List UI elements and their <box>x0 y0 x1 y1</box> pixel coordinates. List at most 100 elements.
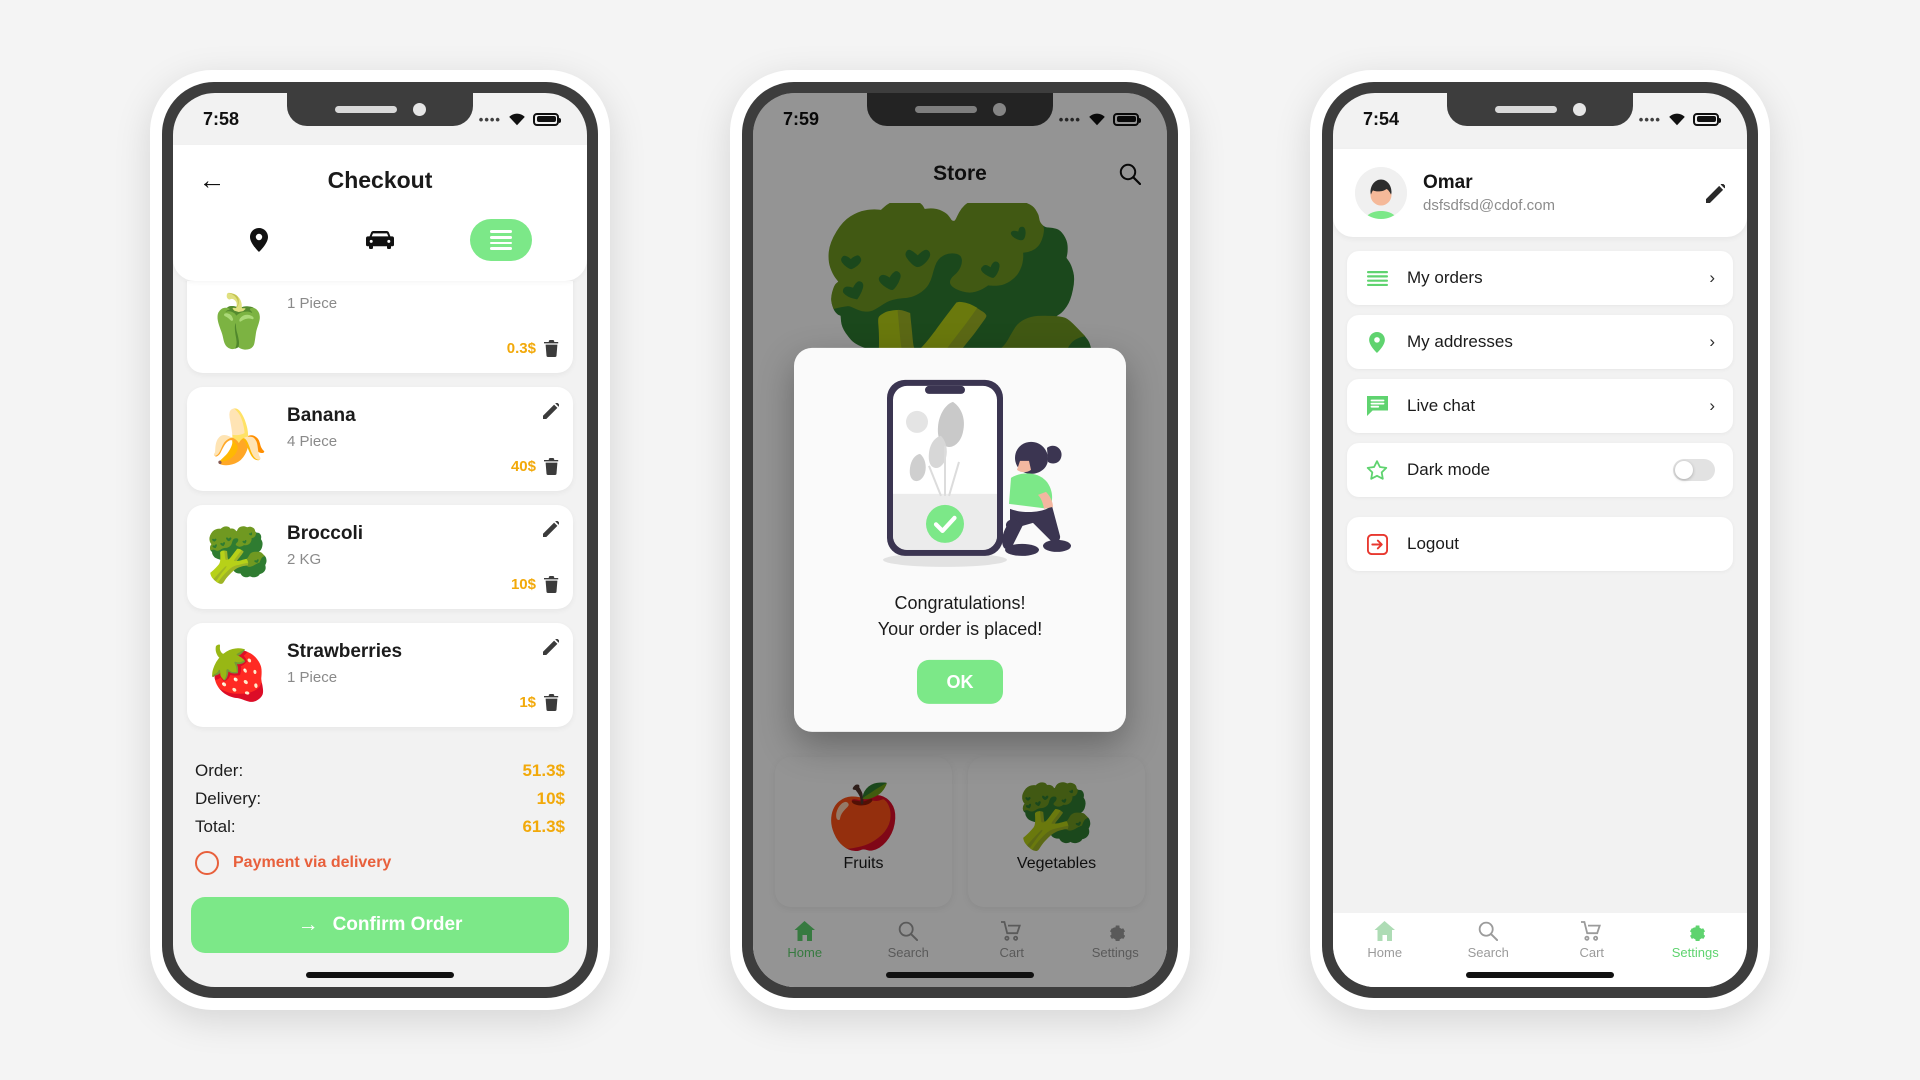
cart-items-list[interactable]: 🫑 1 Piece 0.3$ 🍌 Banana 4 Piece 40$ 🥦 Br… <box>173 281 587 745</box>
location-step[interactable] <box>228 220 290 260</box>
item-name: Strawberries <box>287 641 403 662</box>
checkout-header: ← Checkout <box>173 145 587 281</box>
signal-dots-icon: •••• <box>1638 111 1661 127</box>
nav-item-cart[interactable]: Cart <box>960 921 1064 960</box>
cart-icon <box>1581 921 1602 941</box>
cart-item-row[interactable]: 🍌 Banana 4 Piece 40$ <box>187 387 573 491</box>
trash-icon[interactable] <box>544 340 559 357</box>
phone-bezel: 7:59 •••• Store 🥦 🍎 Fruits 🥦 Vegetables … <box>742 82 1178 998</box>
nav-item-settings[interactable]: Settings <box>1644 921 1748 960</box>
profile-name: Omar <box>1423 172 1473 193</box>
pencil-icon[interactable] <box>1706 183 1725 203</box>
item-price: 40$ <box>510 458 536 475</box>
dark-mode-toggle[interactable] <box>1673 459 1715 481</box>
nav-item-home[interactable]: Home <box>1333 921 1437 960</box>
phone-bezel: 7:58 •••• ← Checkout 🫑 1 Piece 0.3$ 🍌 Ba… <box>162 82 598 998</box>
wifi-icon <box>508 112 526 126</box>
page-title: Checkout <box>327 166 433 193</box>
order-placed-dialog: Congratulations! Your order is placed! O… <box>794 347 1126 733</box>
cart-item-row[interactable]: 🫑 1 Piece 0.3$ <box>187 281 573 373</box>
battery-icon <box>1693 112 1721 126</box>
phone-screen: 7:58 •••• ← Checkout 🫑 1 Piece 0.3$ 🍌 Ba… <box>173 93 587 987</box>
profile-card[interactable]: Omar dsfsdfsd@cdof.com <box>1333 149 1747 237</box>
settings-menu: My orders › My addresses › Live chat › D… <box>1333 237 1747 581</box>
home-indicator <box>306 972 454 978</box>
star-icon <box>1365 459 1389 481</box>
trash-icon[interactable] <box>544 694 559 711</box>
cart-item-row[interactable]: 🥦 Broccoli 2 KG 10$ <box>187 505 573 609</box>
item-image: 🥦 <box>205 527 271 585</box>
list-lines-icon <box>1365 270 1389 286</box>
speaker-grille <box>334 106 397 113</box>
list-lines-icon <box>489 230 512 250</box>
trash-icon[interactable] <box>544 458 559 475</box>
nav-item-search[interactable]: Search <box>1437 921 1541 960</box>
phone-screen: 7:59 •••• Store 🥦 🍎 Fruits 🥦 Vegetables … <box>753 93 1167 987</box>
search-icon <box>898 921 919 941</box>
item-name: Banana <box>287 405 356 426</box>
cart-item-row[interactable]: 🍓 Strawberries 1 Piece 1$ <box>187 623 573 727</box>
summary-value: 51.3$ <box>522 761 565 780</box>
menu-item-my-addresses[interactable]: My addresses › <box>1347 315 1733 369</box>
checkout-steps <box>173 209 587 281</box>
delivery-step[interactable] <box>349 220 411 260</box>
menu-item-label: Dark mode <box>1407 460 1491 479</box>
confirm-order-button[interactable]: → Confirm Order <box>191 897 569 953</box>
home-indicator <box>1466 972 1614 978</box>
summary-label: Order: <box>195 761 244 780</box>
order-summary: Order: 51.3$ Delivery: 10$ Total: 61.3$ … <box>173 745 587 883</box>
cart-icon <box>1001 921 1022 941</box>
item-image: 🫑 <box>205 293 271 351</box>
summary-row-order: Order: 51.3$ <box>195 757 565 785</box>
radio-unchecked-icon[interactable] <box>195 851 219 875</box>
gear-icon <box>1105 921 1126 941</box>
battery-icon <box>533 112 561 126</box>
summary-row-delivery: Delivery: 10$ <box>195 785 565 813</box>
payment-method-option[interactable]: Payment via delivery <box>195 841 565 877</box>
menu-item-label: My orders <box>1407 268 1483 287</box>
nav-item-cart[interactable]: Cart <box>1540 921 1644 960</box>
signal-dots-icon: •••• <box>478 111 501 127</box>
menu-item-dark-mode[interactable]: Dark mode <box>1347 443 1733 497</box>
pencil-icon[interactable] <box>554 287 559 304</box>
order-placed-illustration <box>825 374 1095 574</box>
nav-item-search[interactable]: Search <box>857 921 961 960</box>
chevron-right-icon: › <box>1709 332 1715 351</box>
avatar <box>1355 167 1407 219</box>
menu-item-my-orders[interactable]: My orders › <box>1347 251 1733 305</box>
status-time: 7:58 <box>203 108 240 129</box>
summary-row-total: Total: 61.3$ <box>195 813 565 841</box>
summary-step[interactable] <box>469 219 532 261</box>
menu-item-live-chat[interactable]: Live chat › <box>1347 379 1733 433</box>
menu-item-logout[interactable]: Logout <box>1347 517 1733 571</box>
menu-item-label: Logout <box>1407 534 1459 553</box>
nav-item-settings[interactable]: Settings <box>1064 921 1168 960</box>
pencil-icon[interactable] <box>543 639 559 655</box>
pencil-icon[interactable] <box>543 403 559 419</box>
payment-method-label: Payment via delivery <box>233 854 392 871</box>
menu-item-label: Live chat <box>1407 396 1476 415</box>
nav-label: Settings <box>1091 945 1139 960</box>
profile-email: dsfsdfsd@cdof.com <box>1423 197 1555 214</box>
trash-icon[interactable] <box>544 576 559 593</box>
home-indicator <box>886 972 1034 978</box>
phone-screen: 7:54 •••• Omar dsfsdfsd@cdof.com My orde… <box>1333 93 1747 987</box>
search-icon <box>1478 921 1499 941</box>
nav-label: Search <box>887 945 929 960</box>
notch <box>287 93 473 126</box>
summary-label: Total: <box>195 817 236 836</box>
item-name: Broccoli <box>287 523 364 544</box>
nav-label: Home <box>1367 945 1403 960</box>
item-price: 10$ <box>510 576 536 593</box>
home-icon <box>794 921 816 941</box>
bottom-padding <box>173 953 587 987</box>
phone-store-dialog: 7:59 •••• Store 🥦 🍎 Fruits 🥦 Vegetables … <box>730 70 1190 1010</box>
logout-icon <box>1365 533 1389 555</box>
nav-label: Home <box>787 945 823 960</box>
ok-button[interactable]: OK <box>917 660 1003 705</box>
confirm-order-label: Confirm Order <box>332 914 463 935</box>
item-image: 🍓 <box>205 645 271 703</box>
item-quantity: 4 Piece <box>287 433 338 450</box>
nav-item-home[interactable]: Home <box>753 921 857 960</box>
pencil-icon[interactable] <box>543 521 559 537</box>
